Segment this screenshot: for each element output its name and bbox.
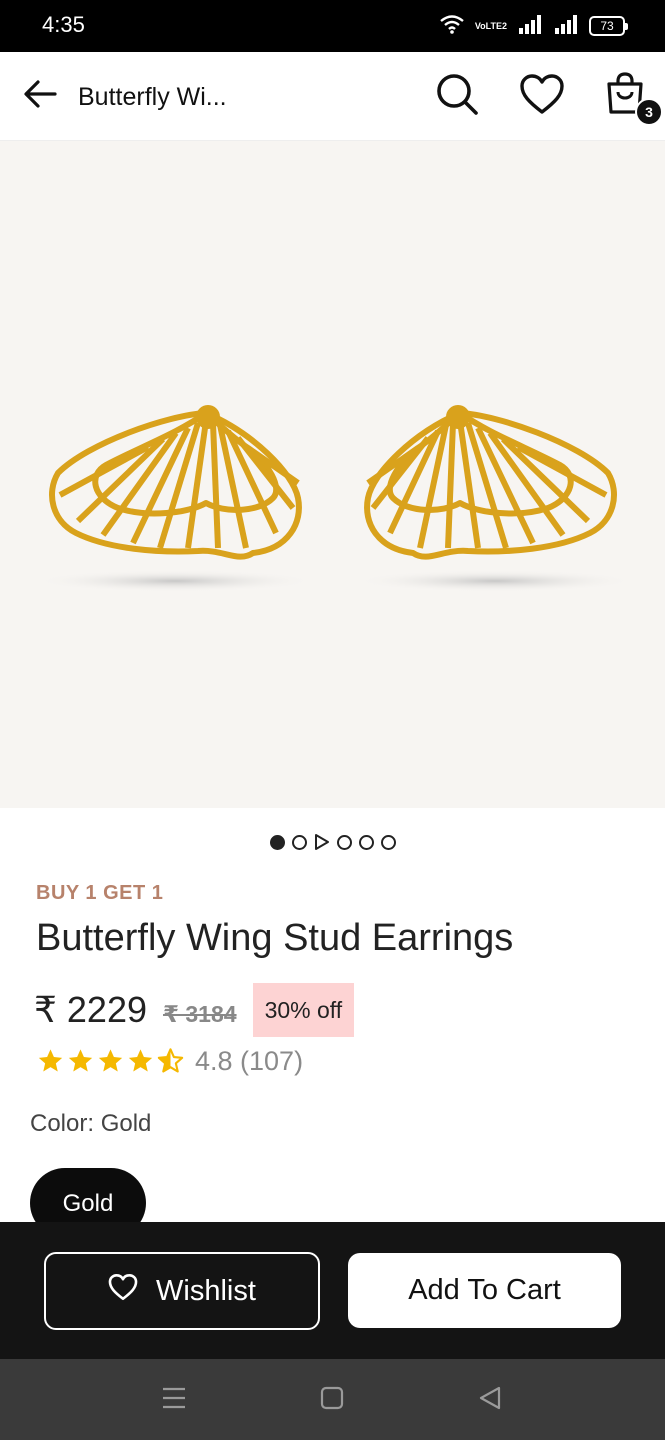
add-to-cart-button[interactable]: Add To Cart	[348, 1253, 621, 1328]
back-triangle-icon	[477, 1385, 503, 1416]
heart-icon	[519, 73, 565, 120]
cart-count-badge: 3	[635, 98, 663, 126]
search-button[interactable]	[433, 72, 481, 120]
cart-button[interactable]: 3	[601, 71, 663, 126]
rating-row[interactable]: 4.8 (107)	[36, 1044, 303, 1078]
back-arrow-icon	[23, 79, 57, 114]
recent-apps-button[interactable]	[157, 1383, 191, 1417]
menu-icon	[161, 1386, 187, 1415]
star-icon	[98, 1049, 123, 1072]
rating-count: 4.8 (107)	[195, 1045, 304, 1076]
status-bar: 4:35 VoLTE2 73	[0, 0, 665, 52]
signal-icon	[517, 14, 543, 39]
search-icon	[435, 72, 479, 121]
carousel-dot[interactable]	[291, 834, 307, 850]
battery-icon: 73	[589, 16, 628, 36]
half-star-icon	[157, 1048, 184, 1073]
carousel-dot-active[interactable]	[269, 834, 285, 850]
star-icon	[128, 1049, 153, 1072]
app-header: Butterfly Wi... 3	[0, 52, 665, 141]
wishlist-label: Wishlist	[156, 1274, 256, 1307]
signal-icon	[553, 14, 579, 39]
product-image[interactable]	[0, 141, 665, 808]
offer-tag: BUY 1 GET 1	[36, 882, 164, 904]
discount-badge: 30% off	[252, 983, 355, 1037]
heart-icon	[108, 1273, 138, 1309]
carousel-indicator	[0, 830, 665, 854]
home-square-icon	[319, 1385, 345, 1416]
wishlist-header-button[interactable]	[518, 72, 566, 120]
status-icons: VoLTE2 73	[439, 14, 628, 39]
star-rating	[36, 1047, 185, 1075]
page-title: Butterfly Wi...	[78, 83, 227, 111]
bottom-action-bar: Wishlist Add To Cart	[0, 1222, 665, 1359]
star-icon	[68, 1049, 93, 1072]
price-row: ₹ 2229 ₹ 3184 30% off	[34, 983, 355, 1037]
add-to-cart-label: Add To Cart	[408, 1274, 561, 1306]
product-title: Butterfly Wing Stud Earrings	[36, 917, 514, 959]
current-price: ₹ 2229	[34, 989, 147, 1030]
home-button[interactable]	[315, 1383, 349, 1417]
status-time: 4:35	[42, 12, 85, 37]
volte-icon: VoLTE2	[474, 20, 507, 31]
star-icon	[38, 1049, 63, 1072]
carousel-dot[interactable]	[336, 834, 352, 850]
play-video-icon[interactable]	[314, 833, 330, 851]
original-price: ₹ 3184	[163, 1000, 237, 1027]
system-back-button[interactable]	[473, 1383, 507, 1417]
carousel-dot[interactable]	[380, 834, 396, 850]
wishlist-button[interactable]: Wishlist	[44, 1252, 320, 1330]
carousel-dot[interactable]	[358, 834, 374, 850]
wifi-icon	[439, 14, 465, 39]
color-label: Color: Gold	[30, 1110, 152, 1137]
earrings-image	[35, 405, 635, 592]
system-nav-bar	[0, 1359, 665, 1440]
back-button[interactable]	[18, 74, 62, 118]
